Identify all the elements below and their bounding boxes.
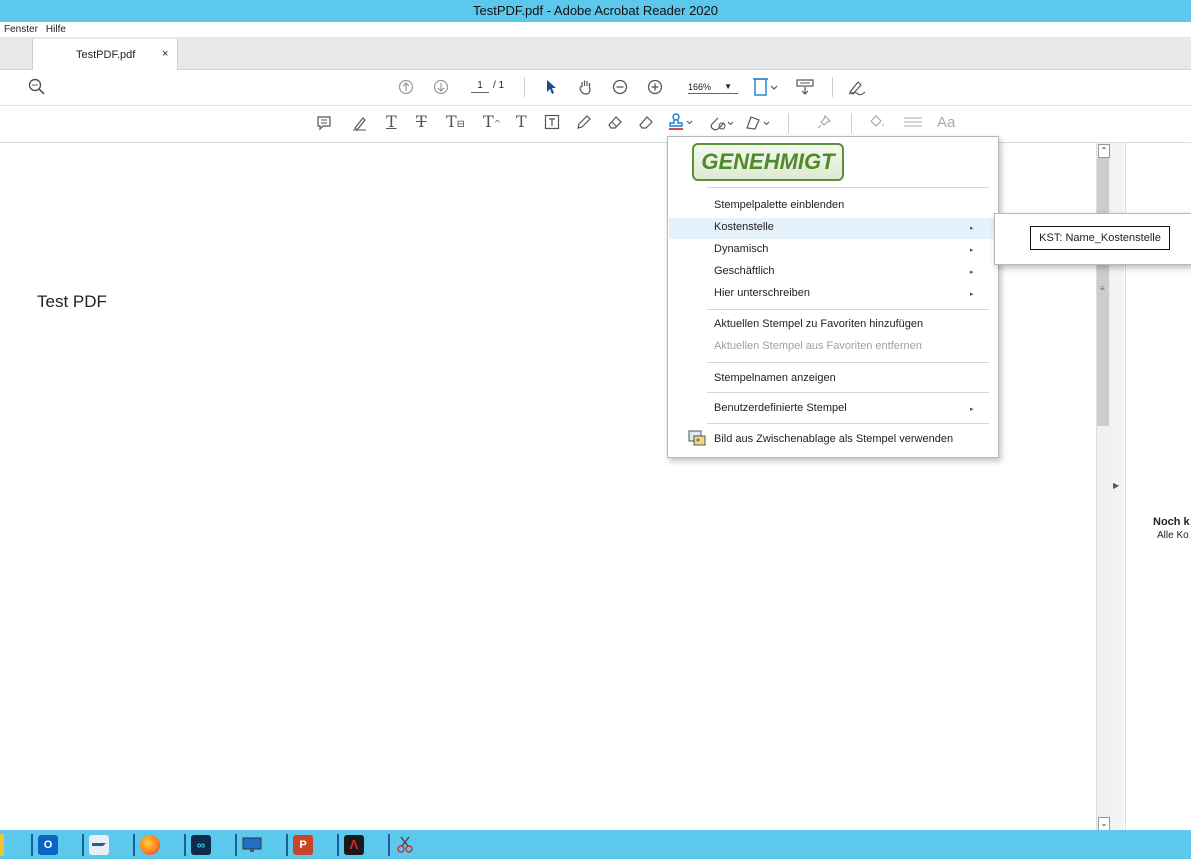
kostenstelle-submenu: KST: Name_Kostenstelle [994, 213, 1191, 265]
menu-item-stempelpalette[interactable]: Stempelpalette einblenden [714, 199, 844, 211]
stamp-menu: GENEHMIGT Stempelpalette einblenden Kost… [667, 136, 999, 458]
add-text-icon[interactable]: T [516, 113, 527, 131]
stamp-icon[interactable] [668, 112, 694, 132]
page-total: / 1 [493, 80, 505, 91]
main-toolbar [0, 70, 1191, 106]
submenu-arrow-icon: ▸ [970, 247, 974, 254]
tab-label: TestPDF.pdf [76, 49, 136, 61]
menu-item-geschaeftlich[interactable]: Geschäftlich [714, 265, 775, 277]
sticky-note-icon[interactable] [316, 115, 332, 131]
zoom-out-icon[interactable] [612, 79, 628, 95]
taskbar-edge [0, 834, 4, 856]
pencil-icon[interactable] [576, 114, 592, 130]
right-panel-subtitle: Alle Ko [1157, 530, 1189, 541]
zoom-in-icon[interactable] [647, 79, 663, 95]
pin-icon[interactable] [816, 114, 832, 130]
chevron-down-icon: ▼ [724, 82, 732, 91]
tab-close-icon[interactable]: × [162, 48, 168, 60]
snipping-tool-taskbar-icon[interactable] [388, 834, 418, 856]
acrobat-taskbar-icon[interactable]: Λ [337, 834, 367, 856]
submenu-item-kst[interactable]: KST: Name_Kostenstelle [1030, 226, 1170, 250]
outlook-taskbar-icon[interactable]: O [31, 834, 61, 856]
attach-icon[interactable] [709, 114, 735, 132]
scrollbar-grip-icon: ≡ [1100, 284, 1105, 293]
select-cursor-icon[interactable] [544, 79, 558, 95]
zoom-value: 166% [688, 82, 712, 92]
sign-icon[interactable] [847, 78, 867, 96]
next-page-icon[interactable] [433, 79, 449, 95]
firefox-taskbar-icon[interactable] [133, 834, 163, 856]
scroll-up-icon[interactable]: ⌃ [1098, 144, 1110, 158]
page-number-input[interactable]: 1 [471, 79, 489, 93]
menu-item-favoriten-hinzufuegen[interactable]: Aktuellen Stempel zu Favoriten hinzufüge… [714, 318, 923, 330]
right-panel-title: Noch k [1153, 516, 1190, 528]
menu-item-favoriten-entfernen: Aktuellen Stempel aus Favoriten entferne… [714, 340, 922, 352]
menu-divider [707, 362, 989, 363]
powerpoint-taskbar-icon[interactable]: P [286, 834, 316, 856]
submenu-arrow-icon: ▸ [970, 291, 974, 298]
fit-page-icon[interactable] [752, 77, 778, 97]
app-taskbar-icon[interactable] [82, 834, 112, 856]
submenu-arrow-icon: ▸ [970, 269, 974, 276]
menu-item-benutzerdefiniert[interactable]: Benutzerdefinierte Stempel [714, 402, 847, 414]
menu-item-dynamisch[interactable]: Dynamisch [714, 243, 768, 255]
line-style-icon[interactable] [903, 114, 923, 130]
submenu-arrow-icon: ▸ [970, 225, 974, 232]
clipboard-image-icon [688, 430, 706, 449]
font-style-icon[interactable]: Aa [937, 114, 955, 132]
toolbar-divider [851, 113, 852, 133]
taskbar: O ∞ P Λ [0, 830, 1191, 859]
expand-panel-icon[interactable]: ▶ [1113, 481, 1119, 490]
submenu-arrow-icon: ▸ [970, 406, 974, 413]
zoom-level-select[interactable]: 166% ▼ [688, 81, 738, 94]
stamp-preview[interactable]: GENEHMIGT [692, 143, 844, 181]
menu-bar: Fenster Hilfe [0, 22, 1191, 37]
toolbar-divider [788, 113, 789, 133]
tab-testpdf[interactable]: TestPDF.pdf × [32, 39, 178, 70]
menu-divider [707, 423, 989, 424]
window-title: TestPDF.pdf - Adobe Acrobat Reader 2020 [0, 0, 1191, 22]
menu-divider [707, 187, 989, 188]
insert-text-icon[interactable]: T^ [483, 113, 501, 134]
menu-divider [707, 392, 989, 393]
toolbar-divider [524, 77, 525, 97]
scroll-down-icon[interactable]: ⌄ [1098, 817, 1110, 831]
underline-text-icon[interactable]: T [386, 113, 397, 131]
eraser-alt-icon[interactable] [638, 114, 654, 130]
menu-divider [707, 309, 989, 310]
menu-item-hier-unterschreiben[interactable]: Hier unterschreiben [714, 287, 810, 299]
comment-toolbar [0, 106, 1191, 143]
menu-fenster[interactable]: Fenster [4, 24, 38, 35]
menu-hilfe[interactable]: Hilfe [46, 24, 66, 35]
webex-taskbar-icon[interactable]: ∞ [184, 834, 214, 856]
menu-item-kostenstelle[interactable]: Kostenstelle [714, 221, 774, 233]
text-box-icon[interactable] [544, 114, 560, 130]
read-mode-icon[interactable] [795, 77, 815, 97]
remote-desktop-taskbar-icon[interactable] [235, 834, 265, 856]
tab-strip [0, 37, 1191, 70]
hand-tool-icon[interactable] [577, 78, 595, 96]
menu-item-bild-zwischenablage[interactable]: Bild aus Zwischenablage als Stempel verw… [714, 433, 953, 445]
document-text: Test PDF [37, 292, 107, 311]
toolbar-divider [832, 77, 833, 97]
prev-page-icon[interactable] [398, 79, 414, 95]
shapes-icon[interactable] [745, 114, 771, 132]
menu-item-stempelnamen[interactable]: Stempelnamen anzeigen [714, 372, 836, 384]
replace-text-icon[interactable]: T⊟ [446, 113, 465, 134]
eraser-icon[interactable] [607, 114, 623, 130]
zoom-search-icon[interactable] [28, 78, 46, 96]
strikethrough-text-icon[interactable]: T [416, 113, 427, 131]
fill-color-icon[interactable] [868, 114, 886, 130]
highlighter-icon[interactable] [352, 115, 368, 131]
